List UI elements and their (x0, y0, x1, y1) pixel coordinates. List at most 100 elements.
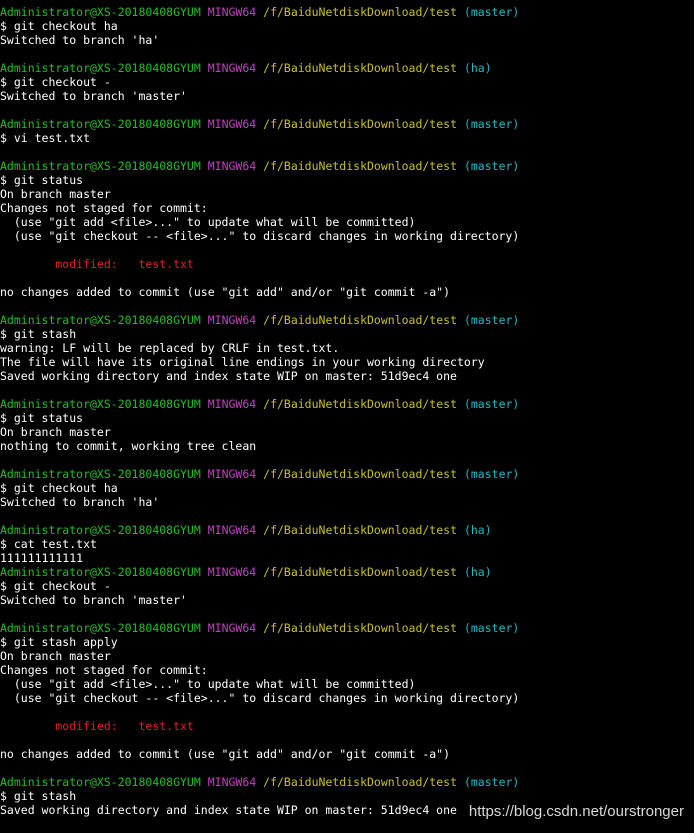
prompt-user: Administrator@XS-20180408GYUM (0, 397, 201, 411)
command-line: $ git checkout - (0, 579, 111, 593)
command-line: $ git stash (0, 789, 77, 803)
output-line: Switched to branch 'ha' (0, 495, 160, 509)
prompt-shell: MINGW64 (207, 775, 257, 789)
output-line: (use "git checkout -- <file>..." to disc… (0, 691, 520, 705)
prompt-shell: MINGW64 (207, 565, 257, 579)
output-line: no changes added to commit (use "git add… (0, 285, 451, 299)
output-line: (use "git add <file>..." to update what … (0, 215, 416, 229)
prompt-path: /f/BaiduNetdiskDownload/test (263, 159, 458, 173)
prompt-shell: MINGW64 (207, 61, 257, 75)
prompt-shell: MINGW64 (207, 117, 257, 131)
prompt-user: Administrator@XS-20180408GYUM (0, 621, 201, 635)
prompt-user: Administrator@XS-20180408GYUM (0, 5, 201, 19)
prompt-user: Administrator@XS-20180408GYUM (0, 565, 201, 579)
prompt-user: Administrator@XS-20180408GYUM (0, 467, 201, 481)
command-line: $ git checkout ha (0, 19, 118, 33)
prompt-branch: (master) (463, 159, 520, 173)
output-line: On branch master (0, 187, 111, 201)
prompt-path: /f/BaiduNetdiskDownload/test (263, 61, 458, 75)
output-line: On branch master (0, 649, 111, 663)
prompt-line: Administrator@XS-20180408GYUM MINGW64 /f… (0, 61, 694, 75)
prompt-branch: (master) (463, 5, 520, 19)
output-line: Changes not staged for commit: (0, 201, 208, 215)
prompt-path: /f/BaiduNetdiskDownload/test (263, 467, 458, 481)
prompt-user: Administrator@XS-20180408GYUM (0, 159, 201, 173)
prompt-path: /f/BaiduNetdiskDownload/test (263, 523, 458, 537)
command-line: $ vi test.txt (0, 131, 91, 145)
prompt-path: /f/BaiduNetdiskDownload/test (263, 397, 458, 411)
prompt-shell: MINGW64 (207, 313, 257, 327)
prompt-shell: MINGW64 (207, 621, 257, 635)
prompt-path: /f/BaiduNetdiskDownload/test (263, 775, 458, 789)
prompt-shell: MINGW64 (207, 523, 257, 537)
prompt-user: Administrator@XS-20180408GYUM (0, 313, 201, 327)
terminal-output[interactable]: Administrator@XS-20180408GYUM MINGW64 /f… (0, 0, 694, 833)
prompt-line: Administrator@XS-20180408GYUM MINGW64 /f… (0, 467, 694, 481)
prompt-line: Administrator@XS-20180408GYUM MINGW64 /f… (0, 117, 694, 131)
prompt-branch: (master) (463, 775, 520, 789)
prompt-branch: (master) (463, 313, 520, 327)
output-line: no changes added to commit (use "git add… (0, 747, 451, 761)
prompt-path: /f/BaiduNetdiskDownload/test (263, 117, 458, 131)
modified-file-line: modified: test.txt (0, 257, 194, 271)
prompt-branch: (master) (463, 117, 520, 131)
command-line: $ git stash (0, 327, 77, 341)
prompt-path: /f/BaiduNetdiskDownload/test (263, 5, 458, 19)
prompt-shell: MINGW64 (207, 397, 257, 411)
prompt-user: Administrator@XS-20180408GYUM (0, 117, 201, 131)
output-line: Switched to branch 'ha' (0, 33, 160, 47)
output-line: Switched to branch 'master' (0, 593, 187, 607)
command-line: $ git checkout ha (0, 481, 118, 495)
prompt-line: Administrator@XS-20180408GYUM MINGW64 /f… (0, 313, 694, 327)
command-line: $ cat test.txt (0, 537, 97, 551)
command-line: $ git checkout - (0, 75, 111, 89)
prompt-shell: MINGW64 (207, 467, 257, 481)
watermark: https://blog.csdn.net/ourstronger (468, 803, 684, 820)
prompt-branch: (master) (463, 397, 520, 411)
prompt-branch: (ha) (463, 523, 492, 537)
command-line: $ git status (0, 411, 84, 425)
output-line: nothing to commit, working tree clean (0, 439, 257, 453)
prompt-line: Administrator@XS-20180408GYUM MINGW64 /f… (0, 565, 694, 579)
output-line: Saved working directory and index state … (0, 369, 457, 383)
prompt-user: Administrator@XS-20180408GYUM (0, 523, 201, 537)
prompt-path: /f/BaiduNetdiskDownload/test (263, 313, 458, 327)
prompt-line: Administrator@XS-20180408GYUM MINGW64 /f… (0, 523, 694, 537)
prompt-path: /f/BaiduNetdiskDownload/test (263, 565, 458, 579)
prompt-line: Administrator@XS-20180408GYUM MINGW64 /f… (0, 159, 694, 173)
prompt-user: Administrator@XS-20180408GYUM (0, 775, 201, 789)
prompt-branch: (ha) (463, 565, 492, 579)
prompt-line: Administrator@XS-20180408GYUM MINGW64 /f… (0, 775, 694, 789)
prompt-shell: MINGW64 (207, 159, 257, 173)
output-line: (use "git checkout -- <file>..." to disc… (0, 229, 520, 243)
output-line: Switched to branch 'master' (0, 89, 187, 103)
prompt-branch: (master) (463, 467, 520, 481)
prompt-shell: MINGW64 (207, 5, 257, 19)
output-line: (use "git add <file>..." to update what … (0, 677, 416, 691)
prompt-line: Administrator@XS-20180408GYUM MINGW64 /f… (0, 397, 694, 411)
output-line: The file will have its original line end… (0, 355, 485, 369)
prompt-path: /f/BaiduNetdiskDownload/test (263, 621, 458, 635)
output-line: 111111111111 (0, 551, 84, 565)
prompt-line: Administrator@XS-20180408GYUM MINGW64 /f… (0, 621, 694, 635)
prompt-branch: (master) (463, 621, 520, 635)
modified-file-line: modified: test.txt (0, 719, 194, 733)
prompt-branch: (ha) (463, 61, 492, 75)
output-line: On branch master (0, 425, 111, 439)
command-line: $ git status (0, 173, 84, 187)
command-line: $ git stash apply (0, 635, 118, 649)
prompt-line: Administrator@XS-20180408GYUM MINGW64 /f… (0, 5, 694, 19)
prompt-user: Administrator@XS-20180408GYUM (0, 61, 201, 75)
